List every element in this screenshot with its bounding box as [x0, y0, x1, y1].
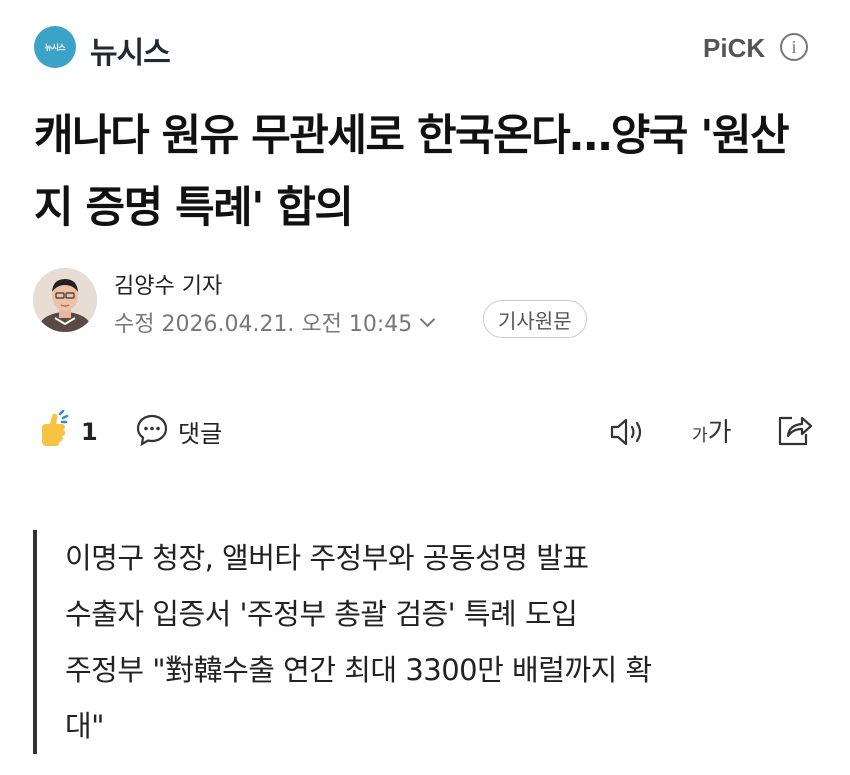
comment-icon[interactable] [135, 413, 169, 447]
info-icon[interactable]: i [780, 33, 808, 61]
pick-label: PiCK [703, 33, 766, 63]
like-icon[interactable] [36, 409, 72, 450]
press-name[interactable]: 뉴시스 [90, 28, 171, 72]
summary-line: 주정부 "對韓수출 연간 최대 3300만 배럴까지 확 [65, 653, 652, 687]
speaker-icon[interactable] [608, 415, 648, 449]
summary-line: 대" [65, 709, 105, 743]
font-large-glyph: 가 [707, 418, 732, 448]
chevron-down-icon[interactable] [420, 311, 436, 327]
summary-line: 이명구 청장, 앨버타 주정부와 공동성명 발표 [65, 541, 589, 575]
article-summary: 이명구 청장, 앨버타 주정부와 공동성명 발표 수출자 입증서 '주정부 총괄… [33, 530, 825, 754]
comment-label[interactable]: 댓글 [178, 414, 222, 449]
original-article-button[interactable]: 기사원문 [483, 300, 587, 338]
article-title: 캐나다 원유 무관세로 한국온다…양국 '원산지 증명 특례' 합의 [34, 111, 790, 233]
article-date[interactable]: 수정 2026.04.21. 오전 10:45 [114, 306, 436, 338]
press-logo[interactable]: 뉴시스 [34, 26, 76, 68]
font-size-icon[interactable]: 가가 [692, 412, 732, 449]
font-small-glyph: 가 [692, 426, 708, 446]
reporter-name[interactable]: 김양수 기자 [114, 268, 222, 300]
reporter-avatar[interactable] [33, 268, 97, 332]
like-count: 1 [81, 418, 98, 446]
share-icon[interactable] [774, 412, 814, 448]
summary-line: 수출자 입증서 '주정부 총괄 검증' 특례 도입 [65, 597, 578, 631]
date-text: 수정 2026.04.21. 오전 10:45 [114, 312, 413, 337]
